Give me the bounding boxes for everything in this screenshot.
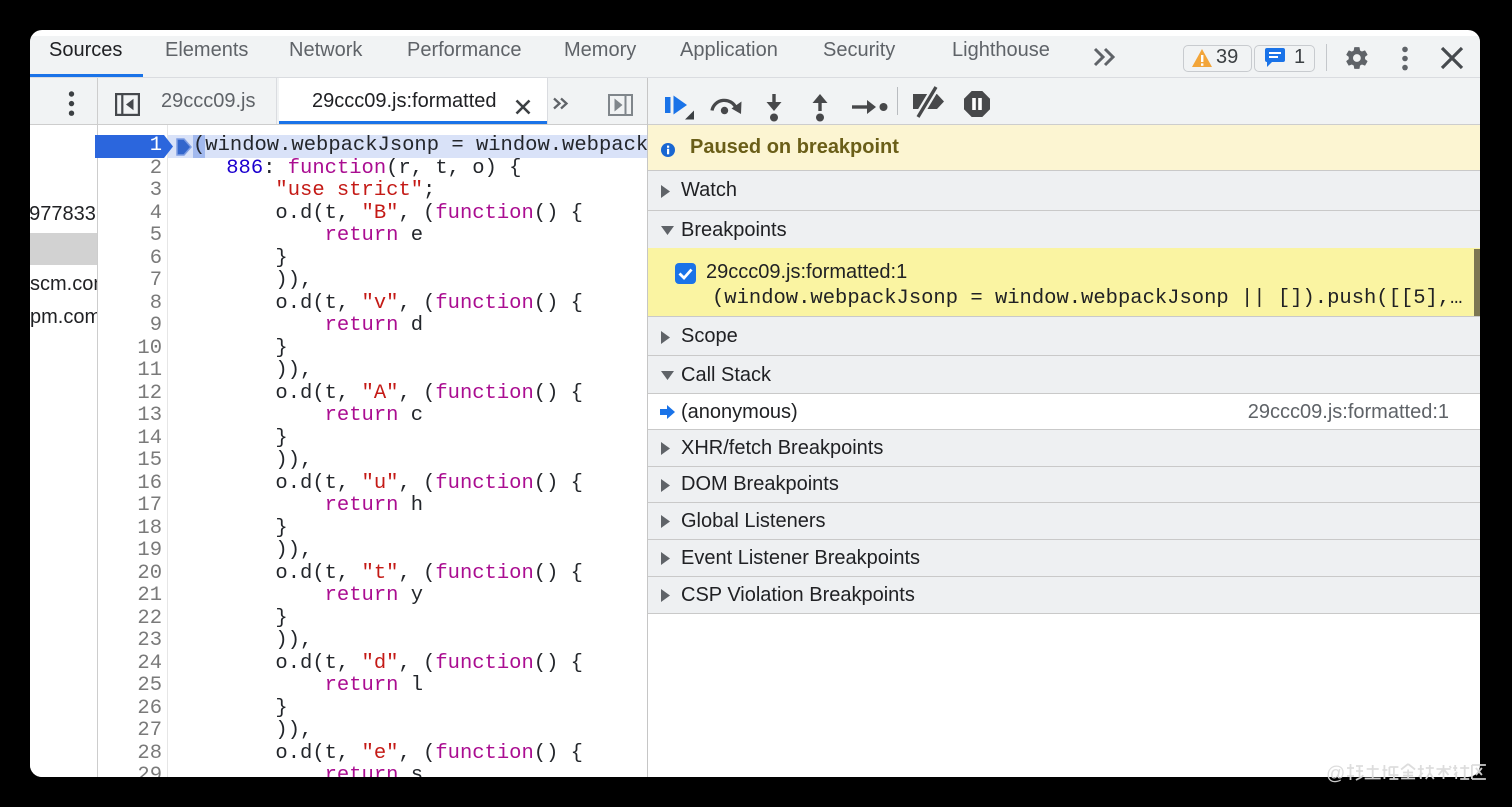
svg-text:@: @ bbox=[1326, 764, 1345, 784]
